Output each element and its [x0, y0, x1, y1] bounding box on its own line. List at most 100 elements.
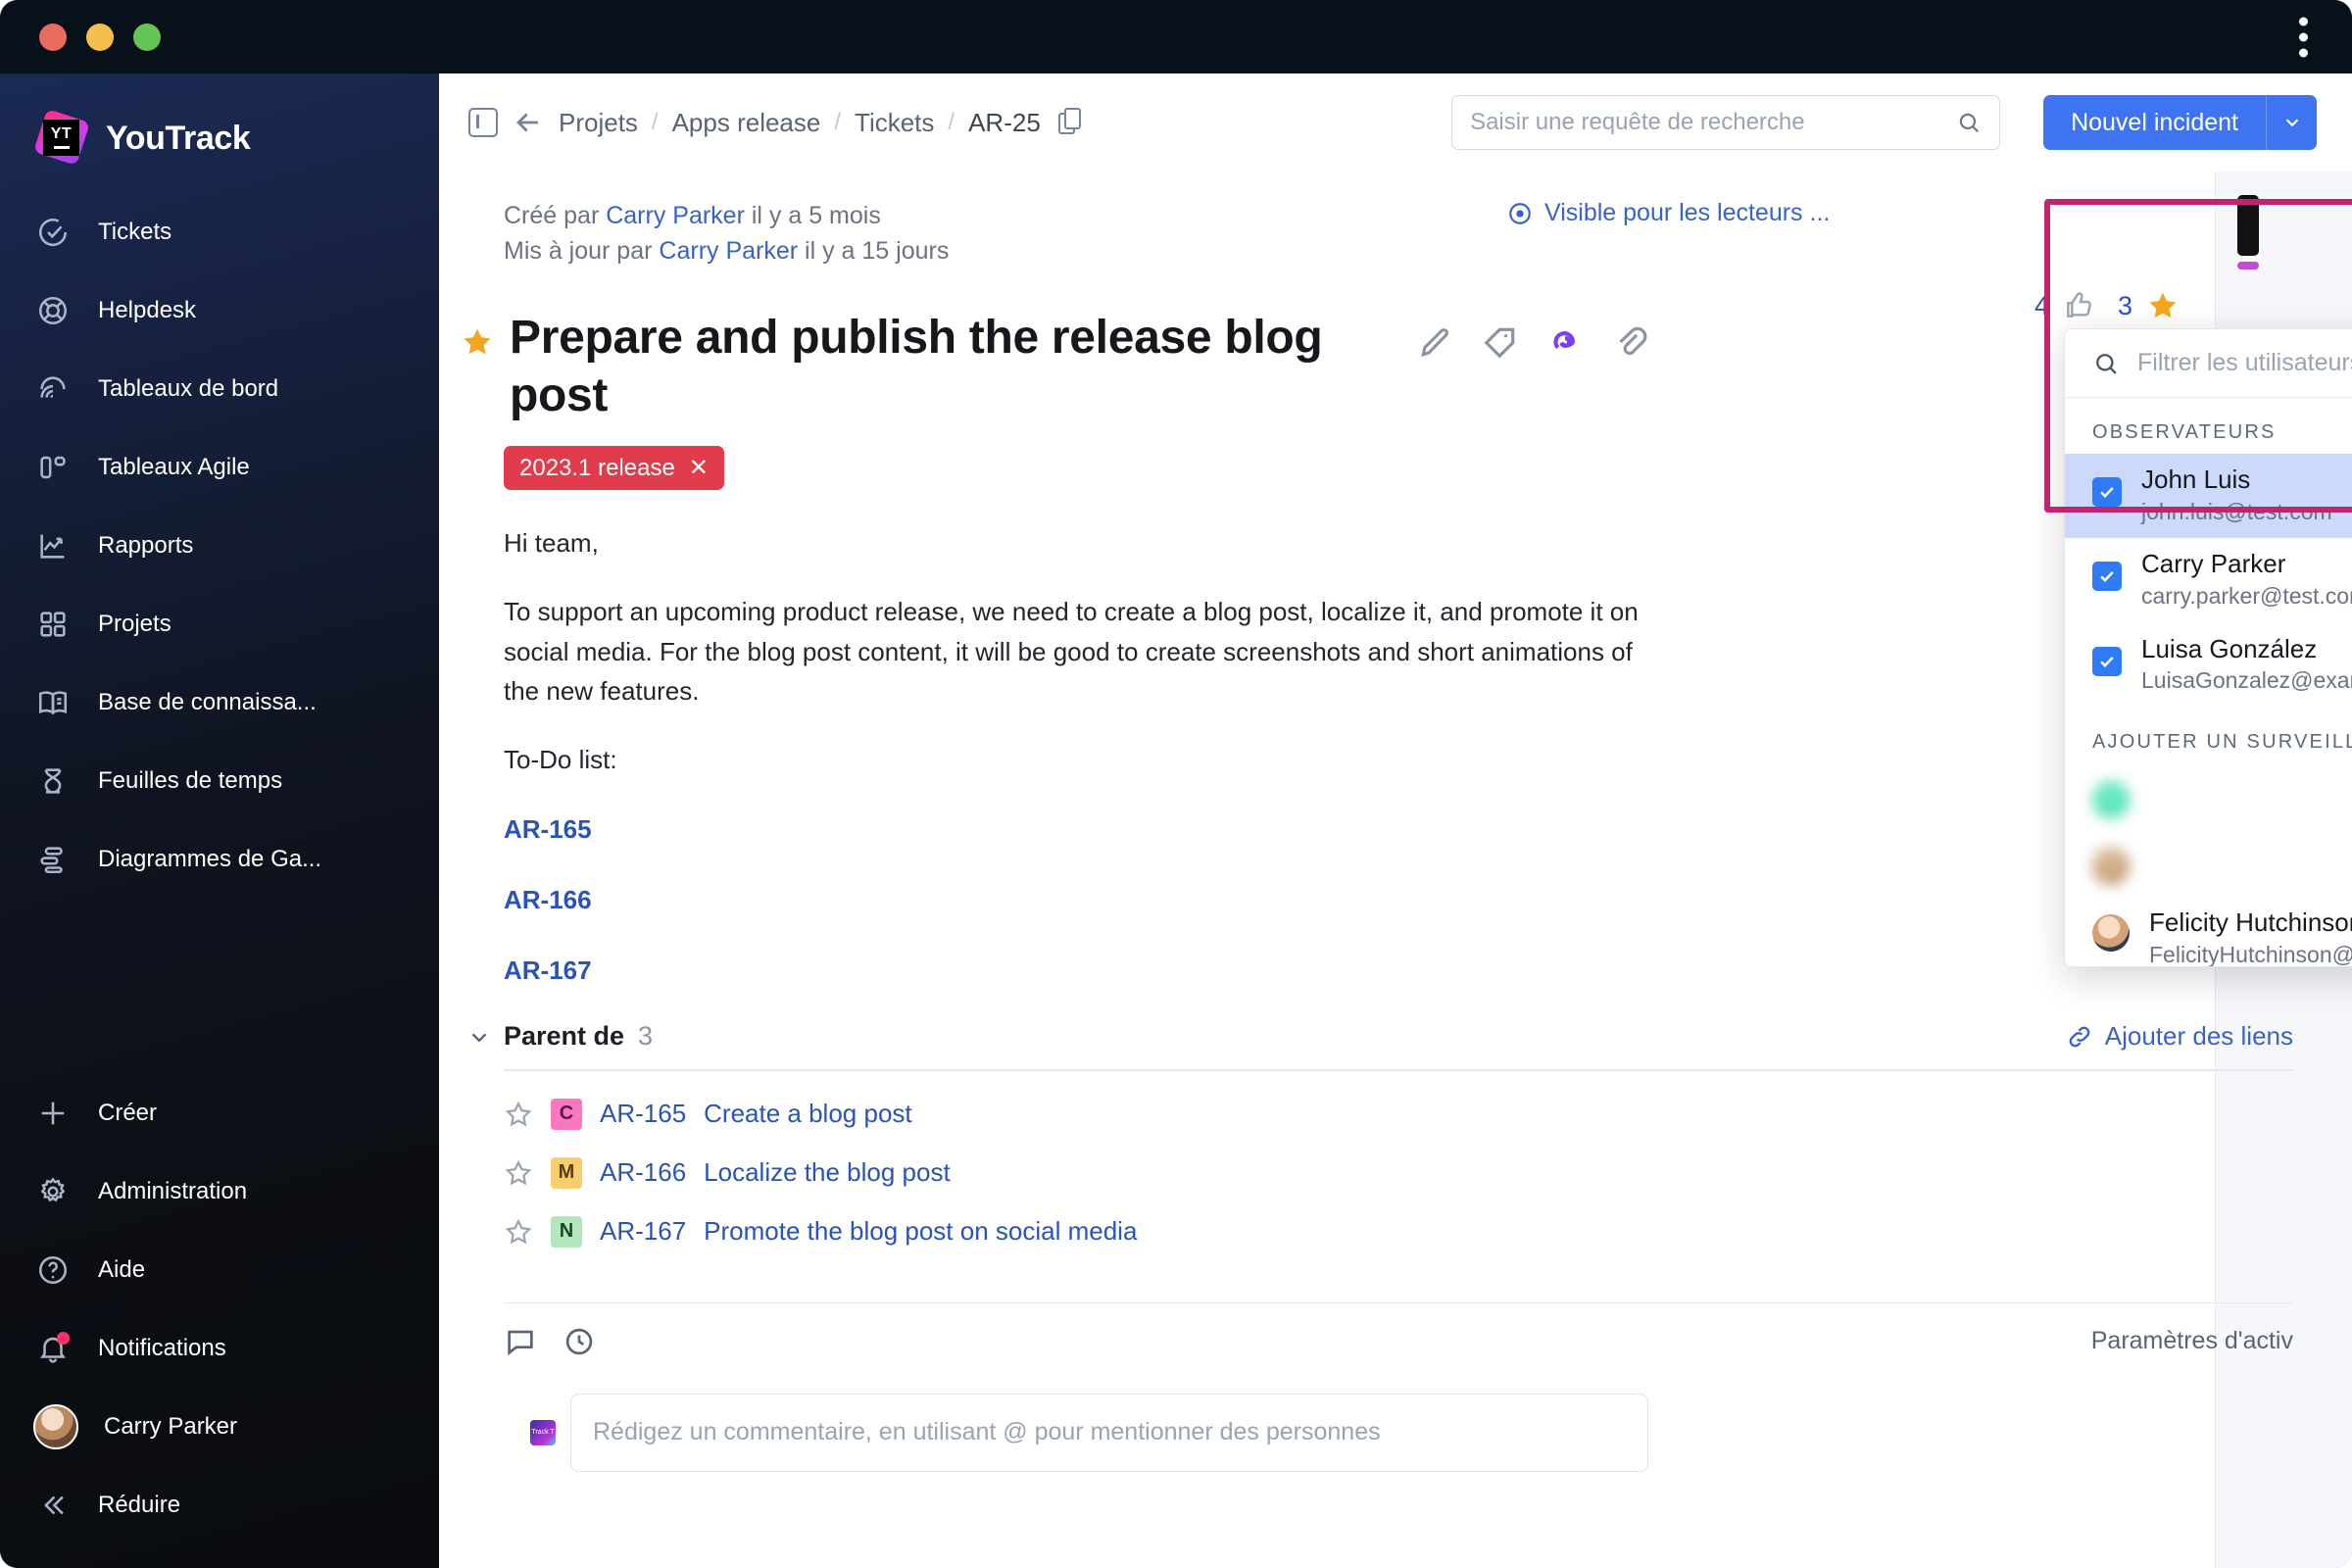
star-outline-icon[interactable] [504, 1100, 533, 1129]
sidebar-item-helpdesk[interactable]: Helpdesk [0, 271, 439, 350]
link-icon [2069, 1026, 2090, 1048]
app-window: YT YouTrack Tickets Helpdesk Tableaux de… [0, 0, 2352, 1568]
linked-issue-summary[interactable]: Localize the blog post [704, 1157, 951, 1188]
new-issue-button[interactable]: Nouvel incident [2043, 95, 2266, 150]
comment-input-wrap[interactable] [570, 1393, 1648, 1472]
ai-spiral-icon[interactable] [1546, 323, 1584, 361]
table-row[interactable]: M AR-166 Localize the blog post [504, 1156, 2352, 1189]
search-icon[interactable] [1956, 110, 1982, 135]
sidebar-item-timesheets[interactable]: Feuilles de temps [0, 742, 439, 820]
sidebar-item-projects[interactable]: Projets [0, 585, 439, 663]
breadcrumb-issue-id[interactable]: AR-25 [968, 108, 1041, 138]
issue-link-ar167[interactable]: AR-167 [504, 951, 1660, 990]
sidebar-item-user-profile[interactable]: Carry Parker [0, 1388, 439, 1466]
sidebar-item-reports[interactable]: Rapports [0, 507, 439, 585]
maximize-window-button[interactable] [133, 23, 161, 51]
linked-issue-summary[interactable]: Promote the blog post on social media [704, 1216, 1137, 1247]
minimize-window-button[interactable] [86, 23, 114, 51]
checkbox-checked[interactable] [2092, 646, 2122, 676]
user-email: carry.parker@test.com [2141, 582, 2352, 609]
linked-issue-id[interactable]: AR-165 [600, 1099, 686, 1129]
window-controls [39, 23, 161, 51]
sidebar-item-notifications[interactable]: Notifications [0, 1309, 439, 1388]
sidebar-item-label: Helpdesk [98, 297, 197, 323]
created-author-link[interactable]: Carry Parker [606, 202, 745, 229]
sidebar-item-label: Aide [98, 1256, 146, 1283]
sidebar-item-tickets[interactable]: Tickets [0, 193, 439, 271]
checkbox-checked[interactable] [2092, 562, 2122, 592]
list-item[interactable]: Felicity Hutchinson FelicityHutchinson@e… [2065, 897, 2352, 966]
search-box[interactable] [1451, 95, 2001, 150]
check-circle-icon [33, 213, 73, 252]
list-item[interactable]: Luisa González LuisaGonzalez@example.com… [2065, 623, 2352, 708]
breadcrumb-separator: / [834, 109, 842, 135]
comment-icon[interactable] [504, 1325, 537, 1358]
youtrack-logo-icon: YT [33, 109, 90, 166]
attach-link-icon[interactable] [1611, 323, 1648, 361]
linked-issue-summary[interactable]: Create a blog post [704, 1099, 911, 1129]
back-arrow-icon[interactable] [512, 106, 545, 139]
sidebar-item-dashboards[interactable]: Tableaux de bord [0, 350, 439, 428]
notification-badge [57, 1332, 70, 1345]
thumbs-up-icon[interactable] [2063, 290, 2094, 321]
description-greeting: Hi team, [504, 528, 599, 559]
issue-type-badge: C [551, 1098, 582, 1130]
dashboard-icon [33, 369, 73, 409]
comment-input[interactable] [593, 1418, 1626, 1447]
book-icon [33, 683, 73, 722]
sidebar-item-gantt-charts[interactable]: Diagrammes de Ga... [0, 820, 439, 899]
gantt-icon [33, 840, 73, 879]
tag-icon[interactable] [1482, 323, 1519, 361]
list-item[interactable]: John Luis john.luis@test.com John.Luis [2065, 454, 2352, 539]
activity-settings-link[interactable]: Paramètres d'activ [2091, 1327, 2293, 1355]
issue-link-ar166[interactable]: AR-166 [504, 880, 1660, 919]
list-item[interactable] [2065, 830, 2352, 897]
page-title: Prepare and publish the release blog pos… [510, 312, 1323, 421]
breadcrumb-projets[interactable]: Projets [559, 108, 638, 138]
breadcrumb-apps-release[interactable]: Apps release [672, 108, 821, 138]
linked-issue-id[interactable]: AR-166 [600, 1157, 686, 1188]
status-badge[interactable]: 2023.1 release ✕ [504, 446, 724, 491]
issue-title-actions [1417, 323, 1648, 361]
filter-users-box[interactable] [2065, 329, 2352, 398]
visibility-control[interactable]: Visible pour les lecteurs ... [1507, 199, 1830, 227]
sidebar-item-help[interactable]: Aide [0, 1231, 439, 1309]
star-outline-icon[interactable] [504, 1158, 533, 1188]
browser-menu-icon[interactable] [2299, 17, 2308, 57]
sidebar-nav: Tickets Helpdesk Tableaux de bord Tablea… [0, 193, 439, 899]
table-row[interactable]: N AR-167 Promote the blog post on social… [504, 1215, 2352, 1248]
issue-link-ar165[interactable]: AR-165 [504, 809, 1660, 849]
chevron-down-icon[interactable] [466, 1024, 492, 1050]
copy-icon[interactable] [1057, 108, 1084, 137]
linked-issue-id[interactable]: AR-167 [600, 1216, 686, 1247]
toggle-panel-icon[interactable] [468, 108, 498, 137]
new-issue-dropdown-button[interactable] [2266, 95, 2317, 150]
chevron-down-icon[interactable] [2199, 292, 2227, 319]
app-logo[interactable]: YT YouTrack [0, 99, 439, 177]
star-filled-icon[interactable] [461, 325, 494, 359]
breadcrumb-tickets[interactable]: Tickets [855, 108, 934, 138]
agile-board-icon [33, 448, 73, 487]
search-input[interactable] [1470, 109, 1947, 136]
checkbox-checked[interactable] [2092, 477, 2122, 507]
list-item[interactable] [2065, 763, 2352, 830]
star-filled-icon[interactable] [2146, 289, 2180, 322]
close-window-button[interactable] [39, 23, 67, 51]
sidebar-item-administration[interactable]: Administration [0, 1152, 439, 1231]
sidebar-item-create[interactable]: Créer [0, 1074, 439, 1152]
table-row[interactable]: C AR-165 Create a blog post [504, 1098, 2352, 1130]
sidebar-item-collapse[interactable]: Réduire [0, 1466, 439, 1544]
sidebar-item-knowledge-base[interactable]: Base de connaissa... [0, 663, 439, 742]
plus-icon [33, 1094, 73, 1133]
activity-toolbar: Paramètres d'activ [504, 1301, 2293, 1358]
edit-pencil-icon[interactable] [1417, 323, 1454, 361]
created-prefix: Créé par [504, 202, 600, 229]
filter-users-input[interactable] [2137, 349, 2352, 377]
sidebar-item-agile-boards[interactable]: Tableaux Agile [0, 428, 439, 507]
add-links-button[interactable]: Ajouter des liens [2066, 1021, 2293, 1052]
list-item[interactable]: Carry Parker carry.parker@test.com Carry… [2065, 538, 2352, 622]
history-clock-icon[interactable] [563, 1325, 596, 1358]
updated-author-link[interactable]: Carry Parker [659, 237, 798, 265]
close-icon[interactable]: ✕ [689, 454, 709, 482]
star-outline-icon[interactable] [504, 1217, 533, 1247]
